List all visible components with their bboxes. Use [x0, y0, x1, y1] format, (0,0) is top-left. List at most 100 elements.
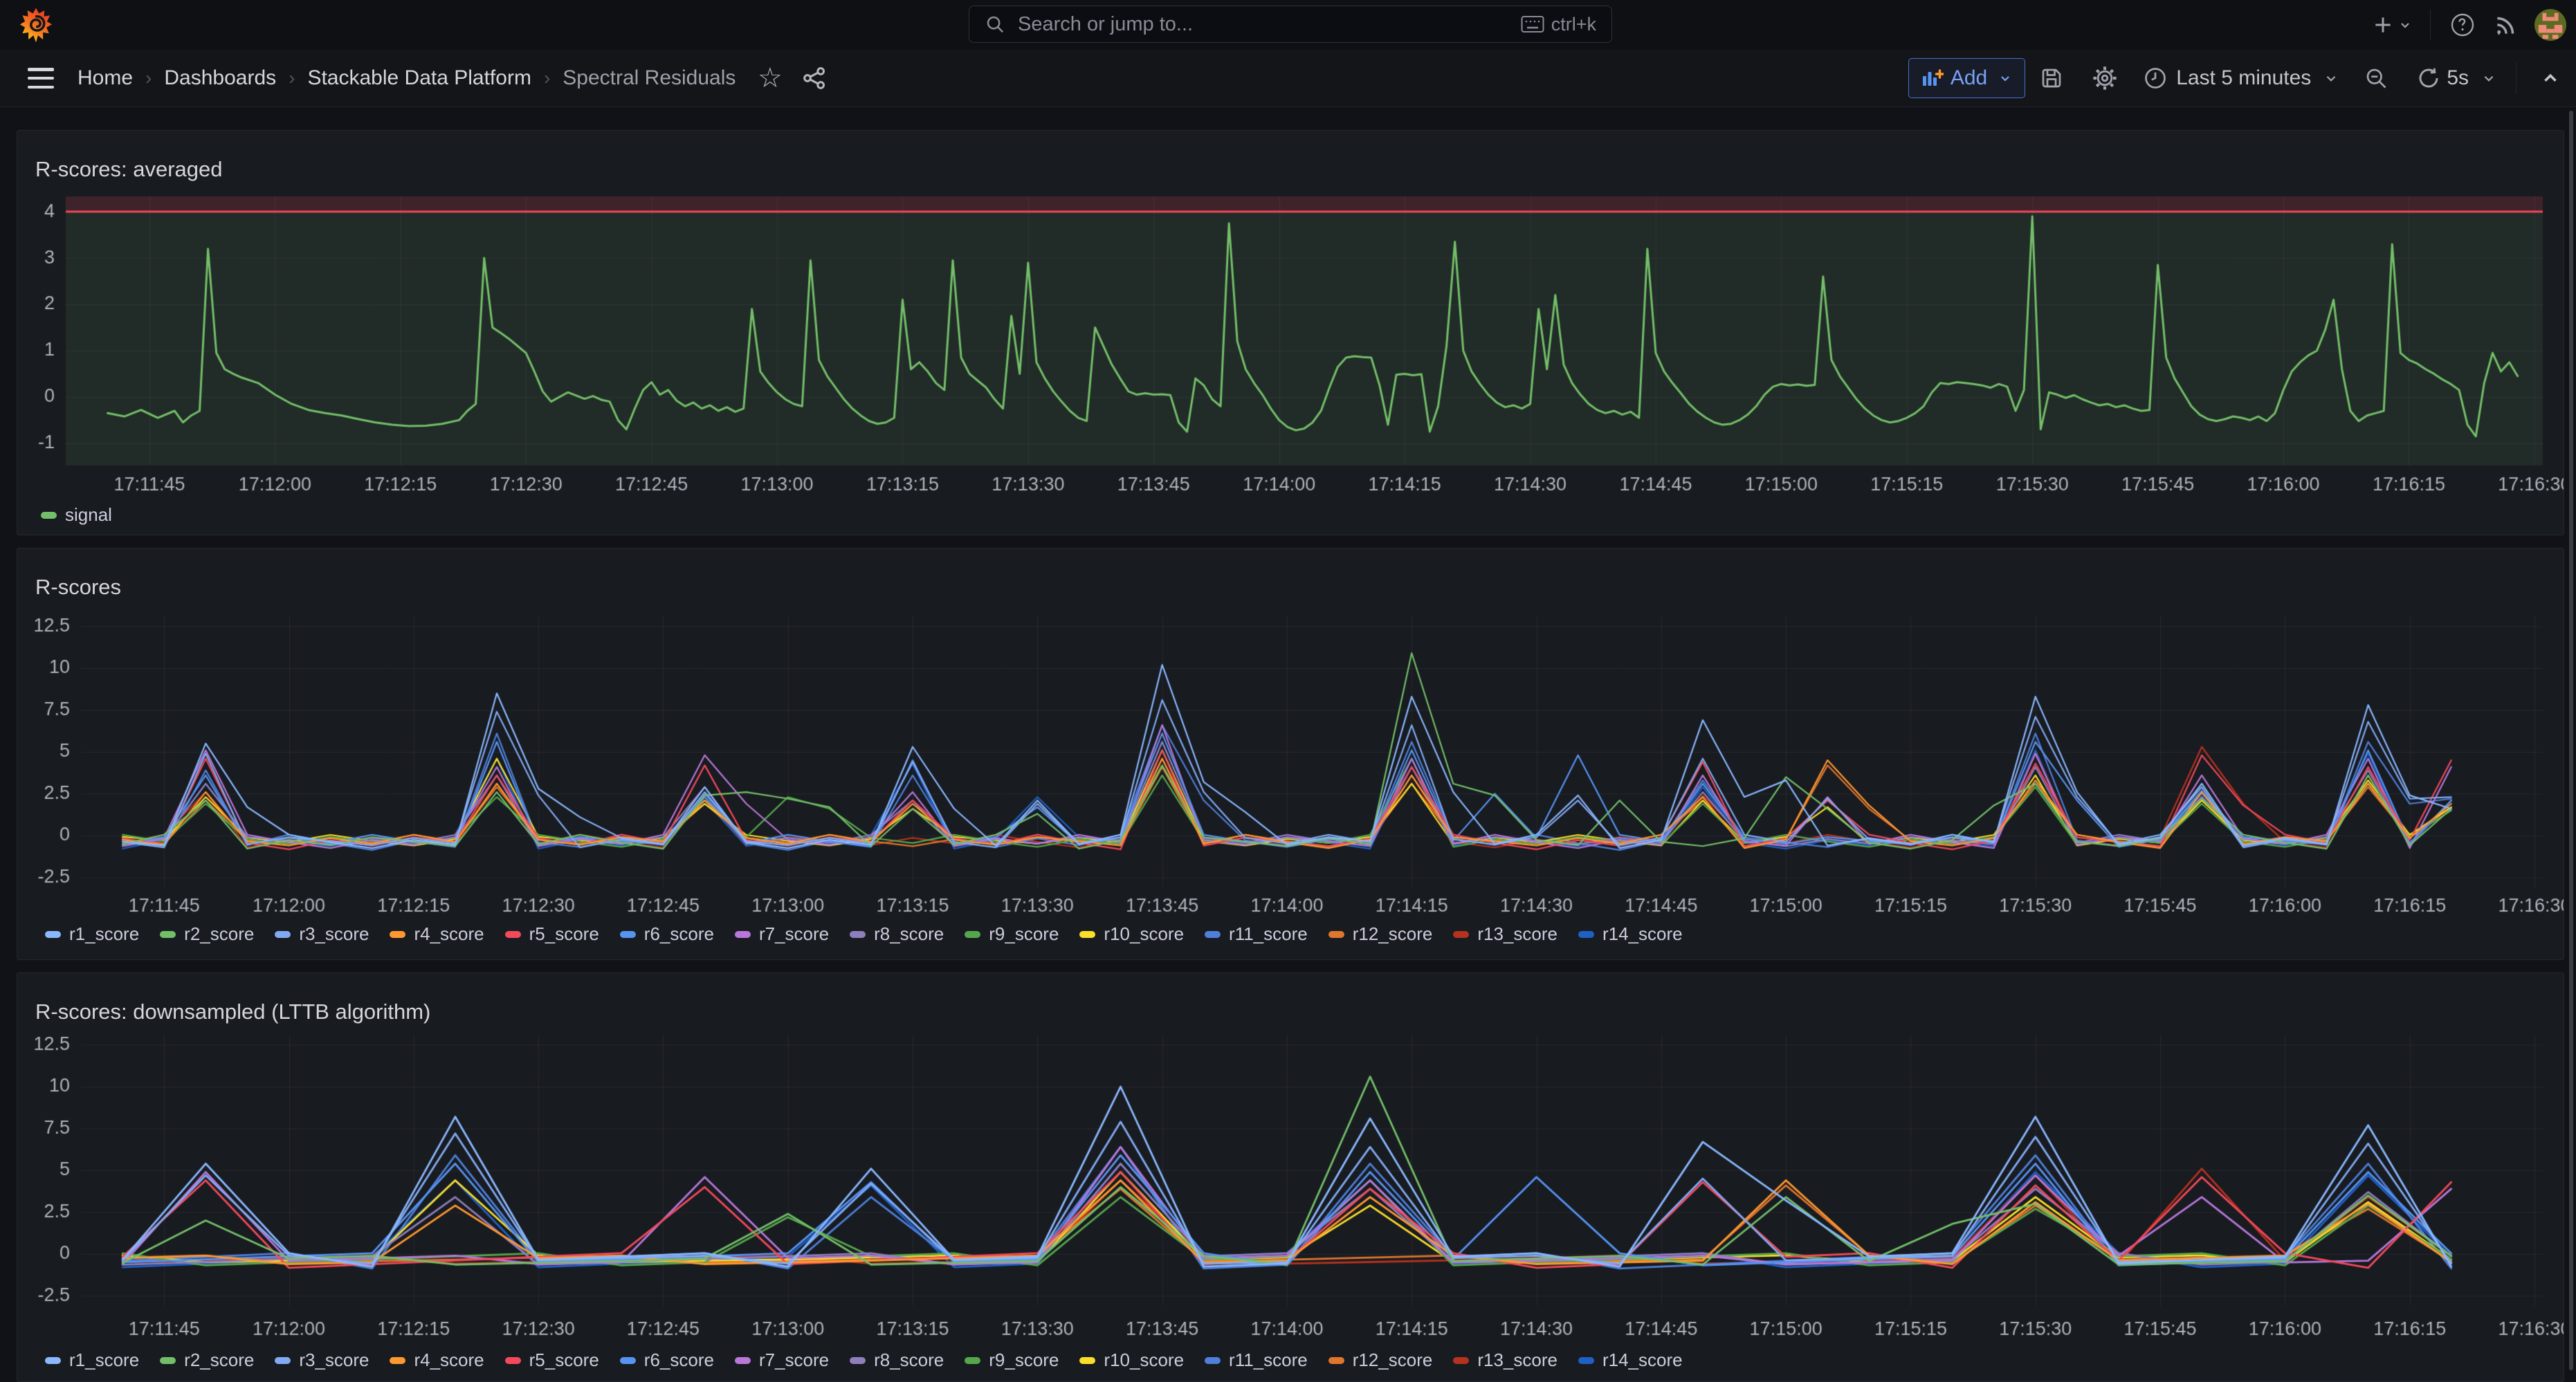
legend-label: r4_score — [414, 1349, 484, 1371]
legend-marker — [275, 931, 291, 938]
legend-item-r2_score[interactable]: r2_score — [160, 923, 254, 945]
legend-label: r14_score — [1602, 923, 1683, 945]
breadcrumb-item-dashboards[interactable]: Dashboards — [164, 66, 276, 90]
zoom-out-button[interactable] — [2350, 59, 2402, 98]
legend-item-r6_score[interactable]: r6_score — [620, 1349, 714, 1371]
legend-item-r7_score[interactable]: r7_score — [735, 923, 829, 945]
legend-item-r11_score[interactable]: r11_score — [1205, 923, 1308, 945]
legend-item-r13_score[interactable]: r13_score — [1453, 1349, 1558, 1371]
legend-marker — [1453, 931, 1469, 938]
legend-item-signal[interactable]: signal — [41, 504, 112, 526]
search-icon — [985, 14, 1005, 35]
legend-item-r5_score[interactable]: r5_score — [505, 1349, 599, 1371]
share-button[interactable] — [801, 64, 828, 92]
breadcrumb-separator: › — [145, 67, 152, 89]
legend: signal — [41, 504, 112, 526]
legend-label: r5_score — [529, 1349, 599, 1371]
page-scrollbar[interactable] — [2569, 111, 2573, 1370]
nav-right-actions — [2364, 0, 2576, 50]
legend-marker — [735, 931, 751, 938]
dashboard-settings-button[interactable] — [2078, 59, 2132, 98]
refresh-button[interactable] — [2402, 59, 2447, 98]
legend-item-r4_score[interactable]: r4_score — [390, 1349, 484, 1371]
legend-label: r13_score — [1477, 923, 1558, 945]
legend-item-r2_score[interactable]: r2_score — [160, 1349, 254, 1371]
time-range-picker[interactable]: Last 5 minutes — [2132, 66, 2350, 91]
panel-title[interactable]: R-scores — [35, 575, 121, 600]
panel-r-scores-downsampled: R-scores: downsampled (LTTB algorithm) r… — [17, 973, 2564, 1382]
legend-item-r7_score[interactable]: r7_score — [735, 1349, 829, 1371]
refresh-interval-picker[interactable]: 5s — [2447, 66, 2506, 90]
legend-item-r9_score[interactable]: r9_score — [965, 923, 1059, 945]
toolbar-right: Add — [1908, 50, 2576, 107]
user-avatar[interactable] — [2534, 9, 2566, 41]
legend-item-r1_score[interactable]: r1_score — [45, 1349, 139, 1371]
breadcrumb-item-home[interactable]: Home — [77, 66, 133, 90]
add-panel-button[interactable]: Add — [1908, 58, 2025, 98]
breadcrumb-actions: ☆ — [758, 50, 828, 107]
search-input[interactable] — [1016, 12, 1521, 37]
zoom-out-icon — [2364, 66, 2388, 91]
legend-item-r13_score[interactable]: r13_score — [1453, 923, 1558, 945]
legend-item-r8_score[interactable]: r8_score — [850, 923, 944, 945]
chevron-down-icon — [2398, 18, 2412, 32]
panel-title[interactable]: R-scores: downsampled (LTTB algorithm) — [35, 999, 430, 1024]
legend-label: r11_score — [1229, 923, 1308, 945]
legend-item-r12_score[interactable]: r12_score — [1328, 923, 1433, 945]
legend-marker — [1578, 931, 1594, 938]
add-button-label: Add — [1951, 66, 1987, 90]
legend: r1_score r2_score r3_score r4_score r5_score… — [45, 1349, 1683, 1371]
new-button[interactable] — [2364, 6, 2420, 44]
legend-marker — [1205, 1357, 1221, 1364]
legend-item-r10_score[interactable]: r10_score — [1079, 1349, 1184, 1371]
legend-marker — [160, 1357, 176, 1364]
legend-label: r3_score — [299, 1349, 369, 1371]
legend-item-r10_score[interactable]: r10_score — [1079, 923, 1184, 945]
legend-item-r3_score[interactable]: r3_score — [275, 1349, 369, 1371]
legend-marker — [735, 1357, 751, 1364]
breadcrumb-separator: › — [289, 67, 295, 89]
help-button[interactable] — [2440, 6, 2485, 44]
keyboard-icon — [1521, 15, 1544, 33]
legend-item-r1_score[interactable]: r1_score — [45, 923, 139, 945]
search-shortcut: ctrl+k — [1521, 14, 1596, 35]
legend-item-r5_score[interactable]: r5_score — [505, 923, 599, 945]
save-dashboard-button[interactable] — [2025, 59, 2078, 98]
grafana-logo[interactable] — [19, 7, 53, 43]
chart-canvas-r-scores-averaged[interactable] — [17, 131, 2564, 535]
legend-item-r8_score[interactable]: r8_score — [850, 1349, 944, 1371]
grafana-dashboard: { "topnav": { "search": { "placeholder":… — [0, 0, 2576, 1370]
news-button[interactable] — [2485, 6, 2528, 44]
legend-item-r14_score[interactable]: r14_score — [1578, 923, 1683, 945]
legend-marker — [850, 931, 866, 938]
legend-label: r3_score — [299, 923, 369, 945]
panel-title[interactable]: R-scores: averaged — [35, 157, 223, 182]
legend-marker — [965, 1357, 980, 1364]
add-panel-icon — [1921, 68, 1944, 89]
favorite-star-icon[interactable]: ☆ — [758, 64, 783, 92]
legend-marker — [1079, 931, 1095, 938]
refresh-interval-label: 5s — [2447, 66, 2469, 90]
mega-menu-toggle[interactable] — [28, 68, 54, 89]
chart-canvas-r-scores[interactable] — [17, 549, 2564, 959]
legend-item-r3_score[interactable]: r3_score — [275, 923, 369, 945]
legend-item-r14_score[interactable]: r14_score — [1578, 1349, 1683, 1371]
legend-item-r6_score[interactable]: r6_score — [620, 923, 714, 945]
legend-marker — [1578, 1357, 1594, 1364]
rss-icon — [2493, 12, 2519, 38]
legend-marker — [850, 1357, 866, 1364]
legend-item-r12_score[interactable]: r12_score — [1328, 1349, 1433, 1371]
collapse-toolbar-button[interactable] — [2526, 59, 2576, 98]
legend-item-r4_score[interactable]: r4_score — [390, 923, 484, 945]
gear-icon — [2092, 65, 2118, 91]
legend-item-r11_score[interactable]: r11_score — [1205, 1349, 1308, 1371]
legend-marker — [41, 512, 57, 519]
legend-item-r9_score[interactable]: r9_score — [965, 1349, 1059, 1371]
legend-marker — [1205, 931, 1221, 938]
breadcrumb: Home›Dashboards›Stackable Data Platform›… — [77, 50, 736, 107]
chart-canvas-r-scores-downsampled[interactable] — [17, 973, 2564, 1381]
breadcrumb-item-stackable-data-platform[interactable]: Stackable Data Platform — [307, 66, 531, 90]
legend-marker — [1453, 1357, 1469, 1364]
legend-label: r7_score — [759, 923, 829, 945]
chevron-down-icon — [2481, 71, 2496, 86]
